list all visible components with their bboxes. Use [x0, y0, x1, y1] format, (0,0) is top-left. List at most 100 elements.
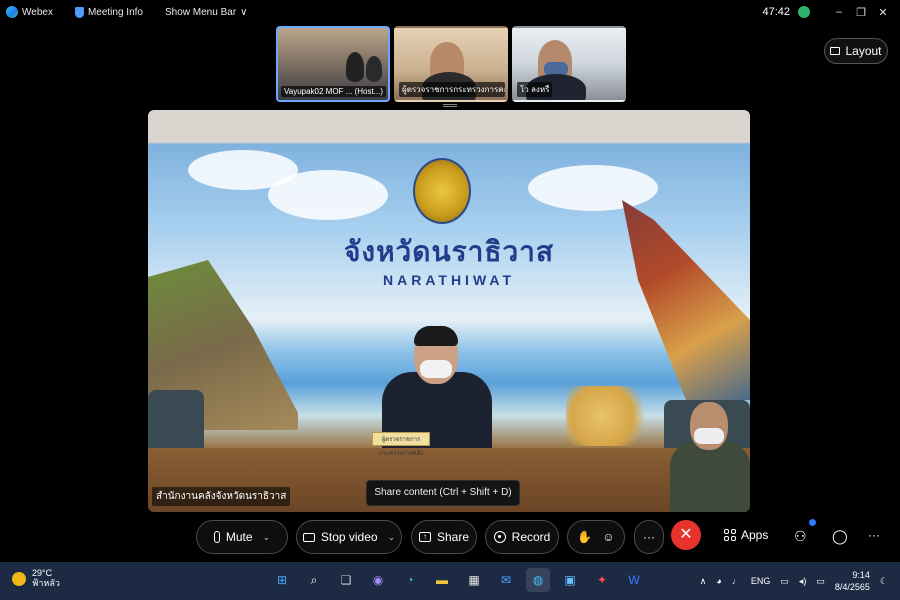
backdrop-fruit [566, 386, 656, 446]
participant-thumbnail[interactable]: ผู้ตรวจราชการกระทรวงการคลัง [394, 26, 508, 102]
record-label: Record [511, 530, 551, 544]
battery-icon[interactable]: ▭ [816, 576, 825, 587]
chevron-down-icon[interactable]: ⌄ [388, 532, 396, 543]
microsoft-store-icon[interactable]: ▦ [462, 568, 486, 592]
stop-video-label: Stop video [320, 530, 378, 544]
microphone-icon [213, 531, 220, 543]
participant-thumbnail[interactable]: Vayupak02 MOF ... (Host...) [276, 26, 390, 102]
mute-label: Mute [225, 530, 253, 544]
word-icon[interactable]: W [622, 568, 646, 592]
apps-icon [724, 529, 736, 541]
weather-widget[interactable]: 29°C ฟ้าหลัว [12, 568, 60, 590]
meeting-controls: Mute ⌄ Stop video ⌄ ↑ Share Record ✋ ☺ ·… [0, 514, 900, 560]
participant-figure [346, 52, 364, 82]
weather-sun-icon [12, 572, 26, 586]
close-icon: ✕ [679, 526, 693, 543]
province-emblem-icon [413, 158, 471, 224]
temperature: 29°C [32, 568, 53, 578]
officer-figure [670, 442, 750, 512]
speaker-hair [414, 326, 458, 346]
desk-nameplate: ผู้ตรวจราชการกระทรวงการคลัง [372, 432, 430, 457]
minimize-button[interactable]: – [828, 6, 850, 18]
webex-tray-icon[interactable]: ◕ [716, 576, 721, 586]
chat-icon[interactable]: ◯ [832, 528, 848, 545]
more-options-button[interactable]: ··· [634, 520, 664, 554]
edge-browser-icon[interactable]: ◔ [398, 568, 422, 592]
show-menu-bar-label: Show Menu Bar [165, 6, 237, 18]
display-icon[interactable]: ▭ [780, 576, 789, 587]
restore-button[interactable]: ❐ [850, 6, 872, 19]
participant-name: Vayupak02 MOF ... (Host...) [281, 86, 386, 97]
app-name: Webex [22, 6, 53, 18]
layout-button[interactable]: Layout [824, 38, 888, 64]
notifications-icon[interactable]: ☾ [880, 576, 888, 587]
apps-label: Apps [741, 528, 769, 542]
participant-thumbnail[interactable]: โว ลงหรื [512, 26, 626, 102]
reactions-icon[interactable]: ☺ [602, 530, 614, 544]
webex-logo-icon [6, 6, 18, 18]
weather-description: ฟ้าหลัว [32, 579, 60, 589]
control-panel-icon[interactable]: ▣ [558, 568, 582, 592]
apps-button[interactable]: Apps [724, 528, 768, 542]
speaker-mask [420, 360, 452, 378]
participant-name: โว ลงหรื [517, 82, 553, 97]
task-view-icon[interactable]: ❏ [334, 568, 358, 592]
shield-icon [74, 6, 84, 18]
start-menu-icon[interactable]: ⊞ [270, 568, 294, 592]
webex-app-icon[interactable]: ◍ [526, 568, 550, 592]
show-menu-bar-button[interactable]: Show Menu Bar ∨ [165, 7, 247, 18]
search-icon[interactable]: ⌕ [302, 568, 326, 592]
backdrop-cloud [268, 170, 388, 220]
layout-label: Layout [845, 44, 882, 58]
share-tooltip: Share content (Ctrl + Shift + D) [366, 480, 520, 506]
record-button[interactable]: Record [485, 520, 559, 554]
backdrop-title-thai: จังหวัดนราธิวาส [344, 235, 554, 268]
backdrop-title-english: NARATHIWAT [382, 272, 516, 288]
connection-status-icon[interactable] [798, 6, 810, 18]
more-panels-icon[interactable]: ··· [868, 528, 880, 542]
system-tray: ∧ ◕ ♩ ENG ▭ ◂) ▭ 9:14 8/4/2565 ☾ [700, 562, 888, 600]
notification-badge [809, 519, 816, 526]
chevron-down-icon: ∨ [240, 6, 248, 18]
system-clock[interactable]: 9:14 8/4/2565 [835, 569, 870, 593]
reactions-group[interactable]: ✋ ☺ [567, 520, 625, 554]
participant-thumbnails: Vayupak02 MOF ... (Host...) ผู้ตรวจราชกา… [276, 26, 626, 102]
chevron-down-icon[interactable]: ⌄ [263, 532, 271, 543]
teams-chat-icon[interactable]: ◉ [366, 568, 390, 592]
resize-grip-icon[interactable] [443, 104, 457, 107]
meeting-info-button[interactable]: Meeting Info [74, 6, 143, 18]
acrobat-icon[interactable]: ✦ [590, 568, 614, 592]
meeting-info-label: Meeting Info [87, 6, 143, 18]
end-call-button[interactable]: ✕ [671, 520, 701, 550]
stop-video-button[interactable]: Stop video ⌄ [296, 520, 402, 554]
close-button[interactable]: ✕ [872, 6, 894, 19]
window-titlebar: Webex Meeting Info Show Menu Bar ∨ 47:42… [0, 0, 900, 24]
raise-hand-icon[interactable]: ✋ [577, 530, 592, 544]
chevron-up-icon[interactable]: ∧ [700, 576, 707, 587]
mute-button[interactable]: Mute ⌄ [196, 520, 288, 554]
windows-taskbar: 29°C ฟ้าหลัว ⊞ ⌕ ❏ ◉ ◔ ▬ ▦ ✉ ◍ ▣ ✦ W ∧ ◕… [0, 562, 900, 600]
meeting-timer: 47:42 [762, 6, 790, 18]
taskbar-apps: ⊞ ⌕ ❏ ◉ ◔ ▬ ▦ ✉ ◍ ▣ ✦ W [270, 568, 646, 592]
volume-icon[interactable]: ◂) [799, 576, 807, 587]
share-label: Share [436, 530, 470, 544]
microphone-tray-icon[interactable]: ♩ [732, 576, 741, 586]
clock-time: 9:14 [852, 570, 870, 580]
share-screen-icon: ↑ [418, 532, 431, 542]
app-menu[interactable]: Webex [6, 6, 53, 18]
share-button[interactable]: ↑ Share [411, 520, 477, 554]
camera-icon [302, 532, 315, 542]
participant-figure [366, 56, 382, 82]
participant-name: ผู้ตรวจราชการกระทรวงการคลัง [399, 82, 505, 97]
main-video-stage[interactable]: จังหวัดนราธิวาส NARATHIWAT ผู้ตรวจราชการ… [148, 110, 750, 512]
participants-icon[interactable]: ⚇ [794, 528, 807, 545]
file-explorer-icon[interactable]: ▬ [430, 568, 454, 592]
active-speaker-caption: สำนักงานคลังจังหวัดนราธิวาส [152, 487, 291, 506]
officer-mask [694, 428, 724, 444]
mail-icon[interactable]: ✉ [494, 568, 518, 592]
language-indicator[interactable]: ENG [751, 576, 771, 586]
record-icon [493, 531, 506, 543]
backdrop-cloud [528, 165, 658, 211]
clock-date: 8/4/2565 [834, 582, 870, 592]
more-icon: ··· [643, 530, 655, 544]
